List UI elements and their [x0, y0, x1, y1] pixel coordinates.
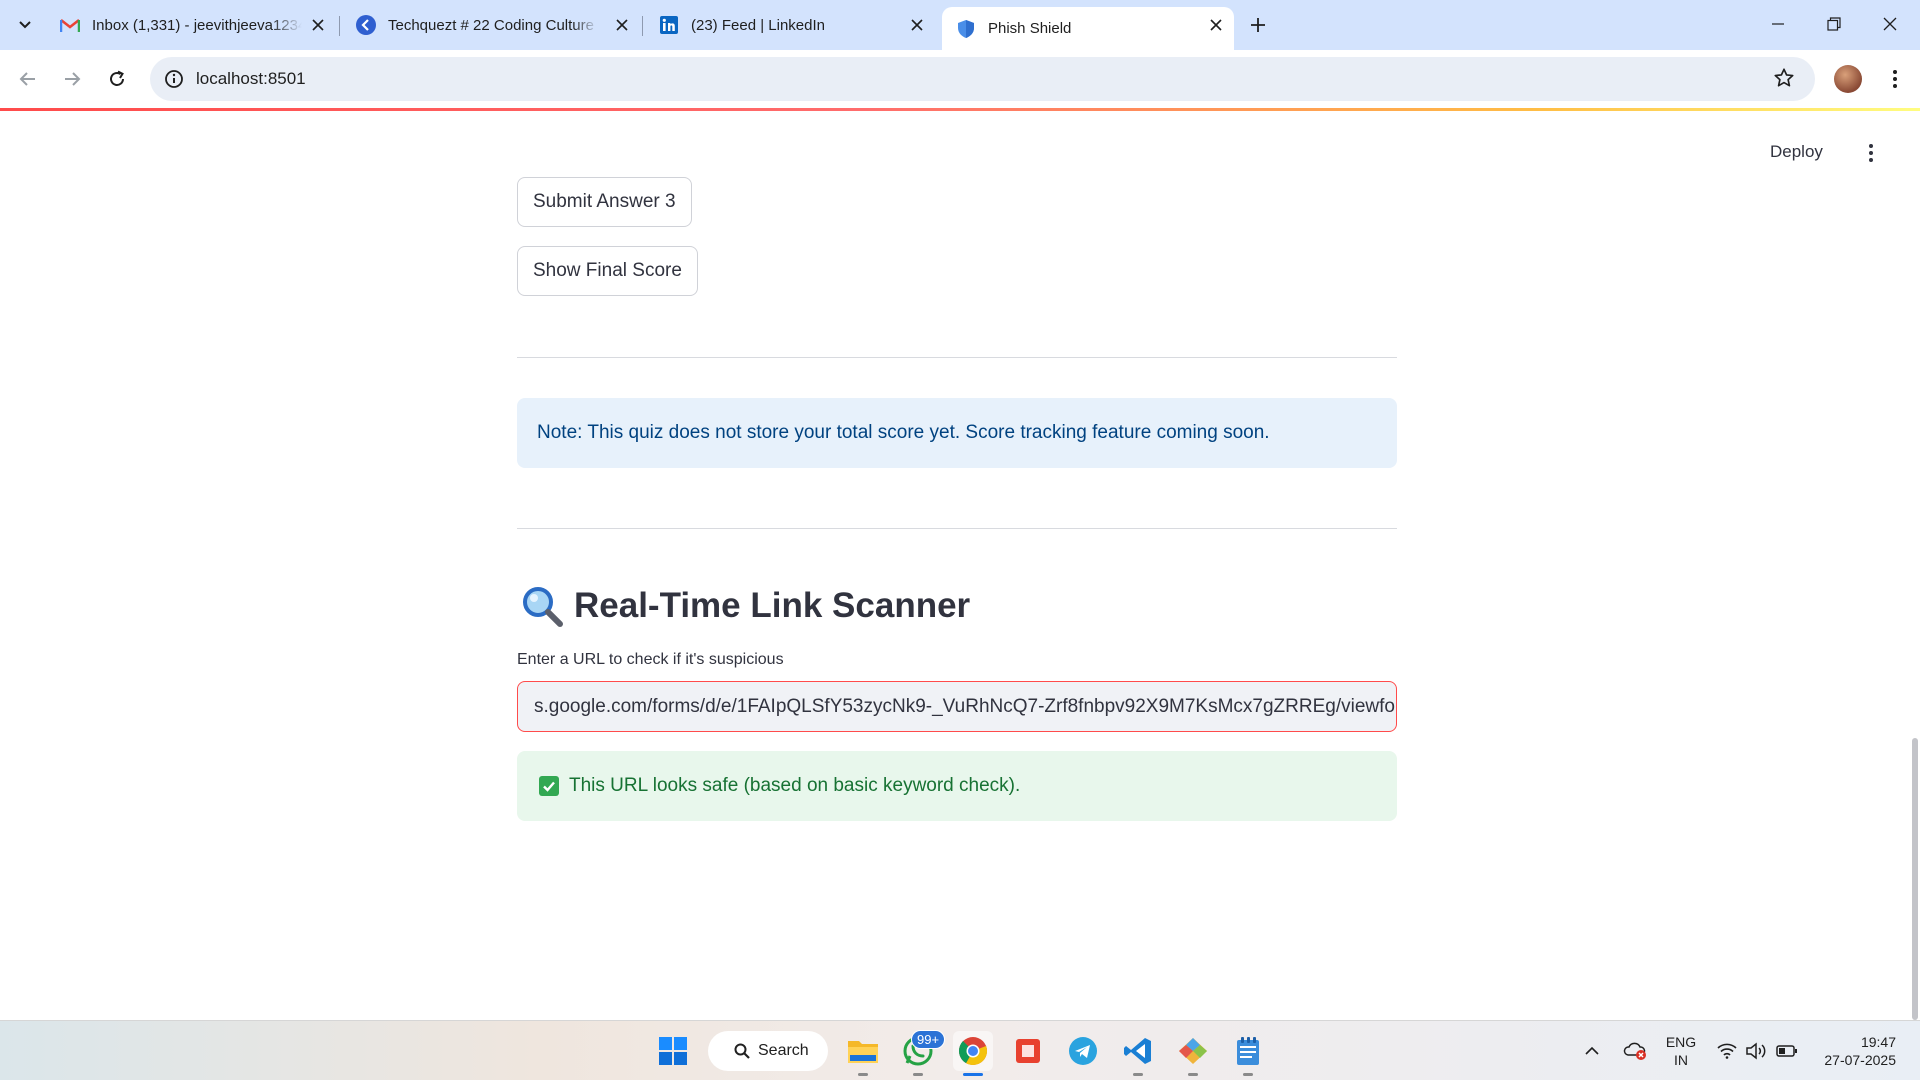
divider — [517, 357, 1397, 358]
close-window-button[interactable] — [1862, 0, 1918, 48]
techquezt-icon — [356, 15, 376, 35]
clock-time: 19:47 — [1860, 1034, 1896, 1050]
language-code: ENG — [1665, 1034, 1697, 1050]
restore-button[interactable] — [1806, 0, 1862, 48]
wifi-icon[interactable] — [1712, 1021, 1742, 1080]
info-note-text: Note: This quiz does not store your tota… — [537, 422, 1270, 443]
onedrive-error-icon[interactable] — [1620, 1021, 1650, 1080]
taskbar-search[interactable]: Search — [708, 1031, 828, 1071]
app-main: Deploy Submit Answer 3 Show Final Score … — [0, 111, 1920, 1020]
system-clock[interactable]: 19:47 27-07-2025 — [1810, 1033, 1896, 1069]
restore-icon — [1827, 17, 1841, 31]
tab-separator — [339, 16, 340, 36]
forward-button[interactable] — [55, 62, 89, 96]
magnifying-glass-icon — [523, 587, 563, 627]
close-tab-icon[interactable] — [308, 15, 328, 35]
clock-date: 27-07-2025 — [1824, 1052, 1896, 1068]
reload-icon — [110, 70, 124, 86]
back-button[interactable] — [11, 62, 45, 96]
vertical-dots-icon — [1869, 144, 1873, 162]
tab-separator — [642, 16, 643, 36]
tab-title: Techquezt # 22 Coding Culture — [388, 16, 594, 34]
site-info-icon[interactable] — [162, 67, 186, 91]
close-tab-icon[interactable] — [907, 15, 927, 35]
address-bar[interactable]: localhost:8501 — [150, 57, 1815, 101]
gmail-icon — [60, 15, 80, 35]
close-icon — [1883, 17, 1897, 31]
tab-search-button[interactable] — [10, 10, 40, 40]
chevron-down-icon — [19, 21, 31, 29]
close-tab-icon[interactable] — [1206, 15, 1226, 35]
telegram-icon[interactable] — [1063, 1031, 1103, 1071]
minimize-icon — [1772, 23, 1784, 25]
arrow-left-icon — [19, 72, 35, 86]
bookmark-star-icon[interactable] — [1773, 67, 1797, 91]
running-indicator — [1243, 1073, 1253, 1076]
close-tab-icon[interactable] — [612, 15, 632, 35]
tab-title: (23) Feed | LinkedIn — [691, 16, 825, 34]
notepad-icon[interactable] — [1228, 1031, 1268, 1071]
scanner-heading-text: Real-Time Link Scanner — [574, 586, 971, 625]
screen-recorder-icon[interactable] — [1008, 1031, 1048, 1071]
address-text: localhost:8501 — [196, 69, 306, 88]
browser-tab-strip: Inbox (1,331) - jeevithjeeva1234 Techque… — [0, 0, 1920, 50]
chevron-up-icon — [1585, 1046, 1599, 1055]
shield-icon — [956, 19, 976, 39]
input-language-indicator[interactable]: ENG IN — [1660, 1033, 1702, 1069]
app-menu-button[interactable] — [1859, 141, 1883, 165]
scan-result-success: This URL looks safe (based on basic keyw… — [517, 751, 1397, 821]
profile-avatar[interactable] — [1834, 65, 1862, 93]
running-indicator — [858, 1073, 868, 1076]
active-indicator — [963, 1073, 983, 1076]
file-explorer-icon[interactable] — [843, 1031, 883, 1071]
divider — [517, 528, 1397, 529]
tab-gmail[interactable]: Inbox (1,331) - jeevithjeeva1234 — [46, 7, 336, 43]
chrome-icon[interactable] — [953, 1031, 993, 1071]
whatsapp-unread-badge: 99+ — [911, 1030, 946, 1049]
scanner-heading: Real-Time Link Scanner — [517, 581, 970, 631]
url-input[interactable]: s.google.com/forms/d/e/1FAIpQLSfY53zycNk… — [517, 681, 1397, 732]
tab-title: Phish Shield — [988, 20, 1072, 37]
tab-title: Inbox (1,331) - jeevithjeeva1234 — [92, 16, 302, 34]
reload-button[interactable] — [100, 62, 134, 96]
url-input-value: s.google.com/forms/d/e/1FAIpQLSfY53zycNk… — [534, 695, 1397, 717]
linkedin-icon — [659, 15, 679, 35]
windows-taskbar: Search 99+ ENG IN 19:47 27-07-2025 — [0, 1020, 1920, 1080]
tab-linkedin[interactable]: (23) Feed | LinkedIn — [645, 7, 935, 43]
show-hidden-icons-button[interactable] — [1580, 1021, 1604, 1080]
info-note: Note: This quiz does not store your tota… — [517, 398, 1397, 468]
deploy-button[interactable]: Deploy — [1770, 142, 1823, 162]
page-scrollbar[interactable] — [1912, 738, 1918, 1020]
arrow-right-icon — [65, 72, 81, 86]
show-final-score-button[interactable]: Show Final Score — [517, 246, 698, 296]
volume-icon[interactable] — [1742, 1021, 1772, 1080]
running-indicator — [1133, 1073, 1143, 1076]
running-indicator — [1188, 1073, 1198, 1076]
new-tab-button[interactable] — [1243, 10, 1273, 40]
battery-icon[interactable] — [1772, 1021, 1802, 1080]
start-button[interactable] — [653, 1031, 693, 1071]
scan-result-text: This URL looks safe (based on basic keyw… — [569, 775, 1021, 796]
browser-toolbar: localhost:8501 — [0, 50, 1920, 108]
taskbar-search-label: Search — [758, 1042, 809, 1059]
vscode-icon[interactable] — [1118, 1031, 1158, 1071]
windows-logo-icon — [659, 1037, 687, 1065]
submit-answer-3-button[interactable]: Submit Answer 3 — [517, 177, 692, 227]
tab-phish-shield[interactable]: Phish Shield — [942, 7, 1234, 50]
running-indicator — [913, 1073, 923, 1076]
browser-menu-button[interactable] — [1880, 64, 1910, 94]
git-tool-icon[interactable] — [1173, 1031, 1213, 1071]
vertical-dots-icon — [1893, 70, 1897, 88]
search-icon — [734, 1043, 750, 1059]
plus-icon — [1251, 18, 1265, 32]
region-code: IN — [1674, 1052, 1688, 1068]
check-mark-icon — [539, 776, 559, 796]
url-input-label: Enter a URL to check if it's suspicious — [517, 651, 784, 668]
minimize-button[interactable] — [1750, 0, 1806, 48]
tab-techquezt[interactable]: Techquezt # 22 Coding Culture — [342, 7, 640, 43]
